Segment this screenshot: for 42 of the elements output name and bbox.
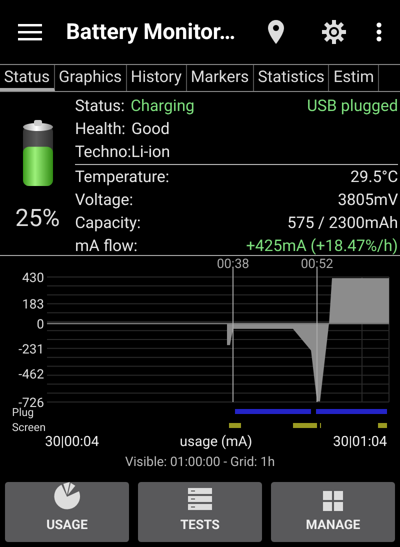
tab[interactable]: Status — [0, 65, 55, 91]
tab[interactable]: History — [126, 65, 187, 91]
nav-button[interactable]: MANAGE — [271, 482, 395, 542]
visible-range-text: Visible: 01:00:00 - Grid: 1h — [125, 454, 275, 472]
nav-button[interactable]: TESTS — [138, 482, 262, 542]
reading-label: Voltage: — [75, 189, 134, 211]
technology-text: Techno:Li-ion — [75, 141, 170, 163]
tab[interactable]: Graphics — [54, 65, 127, 91]
nav-button[interactable]: USAGE — [5, 482, 129, 542]
tab[interactable]: Markers — [186, 65, 254, 91]
reading-label: Temperature: — [75, 166, 170, 188]
range-end-label: 30|01:04 — [332, 434, 387, 450]
reading-value: +425mA (+18.47%/h) — [246, 235, 398, 257]
power-source: USB plugged — [307, 95, 398, 117]
reading-label: Capacity: — [75, 212, 141, 234]
axis-label: usage (mA) — [180, 434, 252, 450]
status-label: Status: — [75, 95, 125, 117]
reading-label: mA flow: — [75, 235, 138, 257]
reading-value: 29.5°C — [350, 166, 398, 188]
y-tick-label: -231 — [18, 342, 44, 358]
range-start-label: 30|00:04 — [45, 434, 100, 450]
menu-icon[interactable] — [18, 23, 42, 41]
health-value: Good — [131, 118, 170, 140]
time-marker-label: 00:38 — [216, 257, 250, 272]
health-label: Health: — [75, 118, 126, 140]
list-icon — [188, 487, 212, 511]
y-tick-label: 430 — [22, 271, 44, 286]
y-tick-label: 0 — [36, 318, 44, 332]
grid-icon — [323, 491, 343, 511]
y-tick-label: -462 — [18, 367, 44, 382]
track-label: Screen — [12, 421, 46, 434]
app-title: Battery Monitor… — [66, 18, 236, 46]
reading-value: 3805mV — [338, 189, 398, 211]
reading-value: 575 / 2300mAh — [287, 212, 398, 234]
y-tick-label: 183 — [22, 298, 44, 313]
map-pin-icon[interactable] — [268, 20, 284, 44]
time-marker-label: 00:52 — [300, 257, 334, 272]
status-value: Charging — [130, 95, 195, 117]
tab[interactable]: Estim — [329, 65, 379, 91]
battery-percent: 25% — [15, 203, 60, 234]
tab[interactable]: Statistics — [254, 65, 330, 91]
more-options-icon[interactable] — [376, 22, 382, 42]
